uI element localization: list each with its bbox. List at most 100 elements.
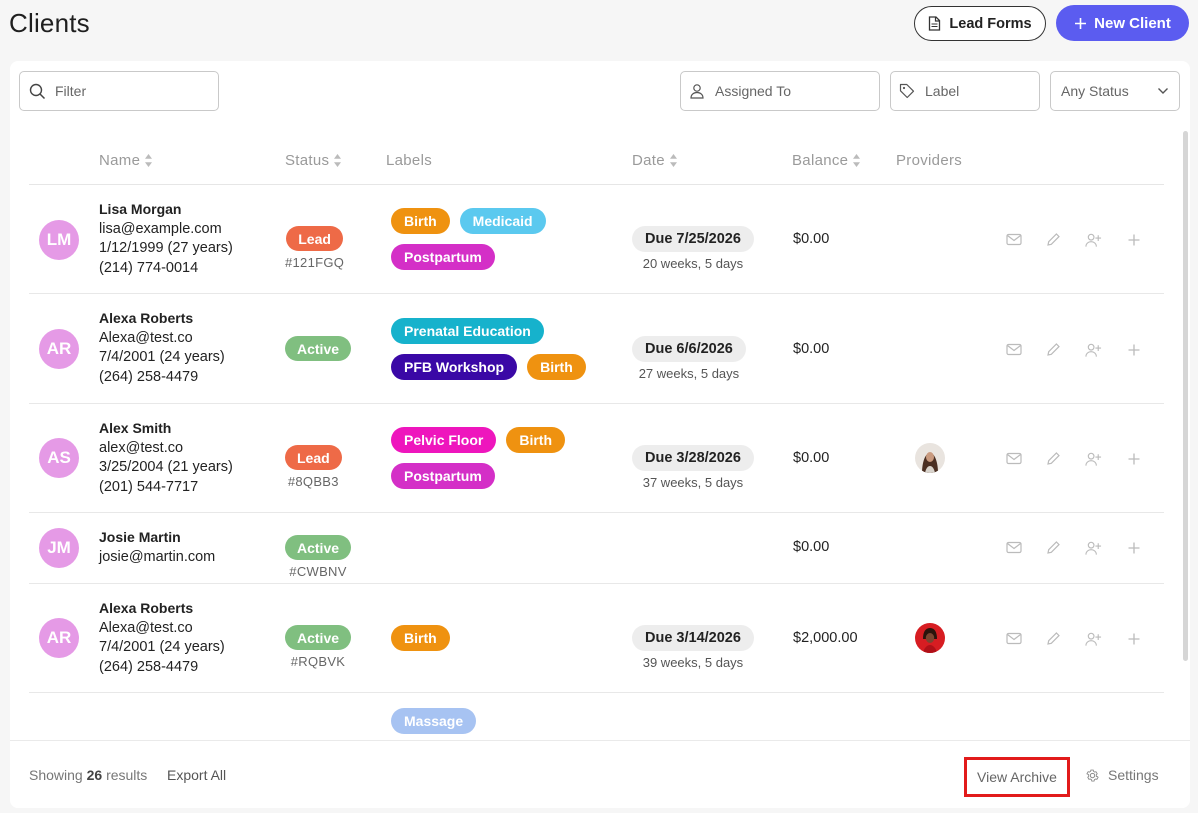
more-button[interactable]: [1125, 450, 1142, 467]
email-button[interactable]: [1005, 231, 1022, 248]
client-name[interactable]: Alexa Roberts: [99, 599, 225, 619]
edit-button[interactable]: [1045, 231, 1062, 248]
label-tag[interactable]: Birth: [527, 354, 586, 380]
add-provider-button[interactable]: [1085, 450, 1102, 467]
label-tag[interactable]: Birth: [391, 625, 450, 651]
more-button[interactable]: [1125, 539, 1142, 556]
user-plus-icon: [1085, 632, 1102, 646]
avatar: JM: [39, 528, 79, 568]
clients-card: Filter Assigned To Label Any Status Name…: [10, 61, 1190, 808]
row-actions: [1005, 630, 1142, 647]
edit-button[interactable]: [1045, 539, 1062, 556]
user-plus-icon: [1085, 452, 1102, 466]
column-header-name[interactable]: Name: [99, 152, 153, 169]
label-tag[interactable]: Birth: [391, 208, 450, 234]
email-button[interactable]: [1005, 630, 1022, 647]
label-tag[interactable]: Birth: [506, 427, 566, 453]
avatar: AR: [39, 618, 79, 658]
client-name[interactable]: Josie Martin: [99, 528, 215, 548]
date-cell: Due 3/14/2026 39 weeks, 5 days: [632, 625, 754, 670]
client-code: #121FGQ: [285, 255, 345, 270]
table-row[interactable]: AR Alexa Roberts Alexa@test.co 7/4/2001 …: [29, 294, 1164, 404]
filter-input[interactable]: Filter: [19, 71, 219, 111]
label-tag[interactable]: Postpartum: [391, 463, 495, 489]
more-button[interactable]: [1125, 341, 1142, 358]
column-header-labels: Labels: [386, 152, 432, 169]
table-row[interactable]: AS Alex Smith alex@test.co 3/25/2004 (21…: [29, 404, 1164, 513]
client-name[interactable]: Alexa Roberts: [99, 309, 225, 329]
labels-cell: Prenatal Education PFB Workshop Birth: [391, 318, 591, 380]
balance-value: $0.00: [793, 231, 830, 247]
provider-avatar[interactable]: [915, 623, 945, 653]
label-tag[interactable]: PFB Workshop: [391, 354, 518, 380]
mail-icon: [1005, 343, 1022, 356]
add-provider-button[interactable]: [1085, 231, 1102, 248]
edit-button[interactable]: [1045, 341, 1062, 358]
column-header-status[interactable]: Status: [285, 152, 342, 169]
sort-icon: [145, 154, 153, 167]
label-tag[interactable]: Massage: [391, 708, 477, 734]
labels-cell: Birth Medicaid Postpartum: [391, 208, 591, 270]
lead-forms-button[interactable]: Lead Forms: [914, 6, 1046, 41]
table-row[interactable]: LM Lisa Morgan lisa@example.com 1/12/199…: [29, 185, 1164, 294]
view-archive-label: View Archive: [977, 769, 1057, 785]
email-button[interactable]: [1005, 539, 1022, 556]
scrollbar[interactable]: [1183, 131, 1188, 661]
edit-button[interactable]: [1045, 630, 1062, 647]
assigned-to-select[interactable]: Assigned To: [680, 71, 880, 111]
client-info: Alexa Roberts Alexa@test.co 7/4/2001 (24…: [99, 309, 225, 387]
label-tag[interactable]: Pelvic Floor: [391, 427, 497, 453]
label-tag[interactable]: Postpartum: [391, 244, 495, 270]
status-badge: Lead: [285, 445, 342, 470]
mail-icon: [1005, 632, 1022, 645]
mail-icon: [1005, 233, 1022, 246]
add-provider-button[interactable]: [1085, 341, 1102, 358]
new-client-button[interactable]: New Client: [1056, 5, 1189, 41]
column-header-balance[interactable]: Balance: [792, 152, 861, 169]
sort-icon: [853, 154, 861, 167]
plus-icon: [1128, 344, 1139, 355]
chevron-down-icon: [1158, 88, 1168, 94]
settings-label: Settings: [1108, 767, 1159, 783]
client-info: Alex Smith alex@test.co 3/25/2004 (21 ye…: [99, 419, 233, 497]
status-cell: Active: [285, 336, 352, 361]
due-date: Due 3/14/2026: [632, 625, 754, 651]
column-status-label: Status: [285, 152, 330, 169]
mail-icon: [1005, 452, 1022, 465]
settings-link[interactable]: Settings: [1085, 767, 1159, 783]
label-tag[interactable]: Prenatal Education: [391, 318, 544, 344]
avatar: AR: [39, 329, 79, 369]
view-archive-link[interactable]: View Archive: [964, 757, 1070, 797]
results-count: Showing 26 results: [29, 767, 148, 783]
add-provider-button[interactable]: [1085, 539, 1102, 556]
due-weeks: 39 weeks, 5 days: [642, 655, 744, 670]
status-cell: Lead #121FGQ: [285, 226, 344, 270]
table-row[interactable]: AR Alexa Roberts Alexa@test.co 7/4/2001 …: [29, 584, 1164, 693]
table-row[interactable]: JM Josie Martin josie@martin.com Active …: [29, 513, 1164, 584]
page-title: Clients: [9, 8, 90, 38]
client-name[interactable]: Alex Smith: [99, 419, 233, 439]
export-all-link[interactable]: Export All: [167, 767, 226, 783]
email-button[interactable]: [1005, 450, 1022, 467]
label-select[interactable]: Label: [890, 71, 1040, 111]
date-cell: Due 7/25/2026 20 weeks, 5 days: [632, 226, 754, 271]
column-header-date[interactable]: Date: [632, 152, 678, 169]
email-button[interactable]: [1005, 341, 1022, 358]
label-tag[interactable]: Medicaid: [459, 208, 546, 234]
client-phone: (264) 258-4479: [99, 368, 199, 385]
status-select[interactable]: Any Status: [1050, 71, 1180, 111]
more-button[interactable]: [1125, 630, 1142, 647]
column-providers-label: Providers: [896, 152, 963, 169]
client-email: Alexa@test.co: [99, 619, 193, 636]
provider-avatar[interactable]: [915, 443, 945, 473]
client-phone: (214) 774-0014: [99, 259, 199, 276]
pencil-icon: [1047, 632, 1060, 645]
label-placeholder: Label: [925, 83, 960, 99]
client-info: Lisa Morgan lisa@example.com 1/12/1999 (…: [99, 200, 233, 278]
client-name[interactable]: Lisa Morgan: [99, 200, 233, 220]
pencil-icon: [1047, 541, 1060, 554]
add-provider-button[interactable]: [1085, 630, 1102, 647]
edit-button[interactable]: [1045, 450, 1062, 467]
more-button[interactable]: [1125, 231, 1142, 248]
client-phone: (201) 544-7717: [99, 478, 199, 495]
